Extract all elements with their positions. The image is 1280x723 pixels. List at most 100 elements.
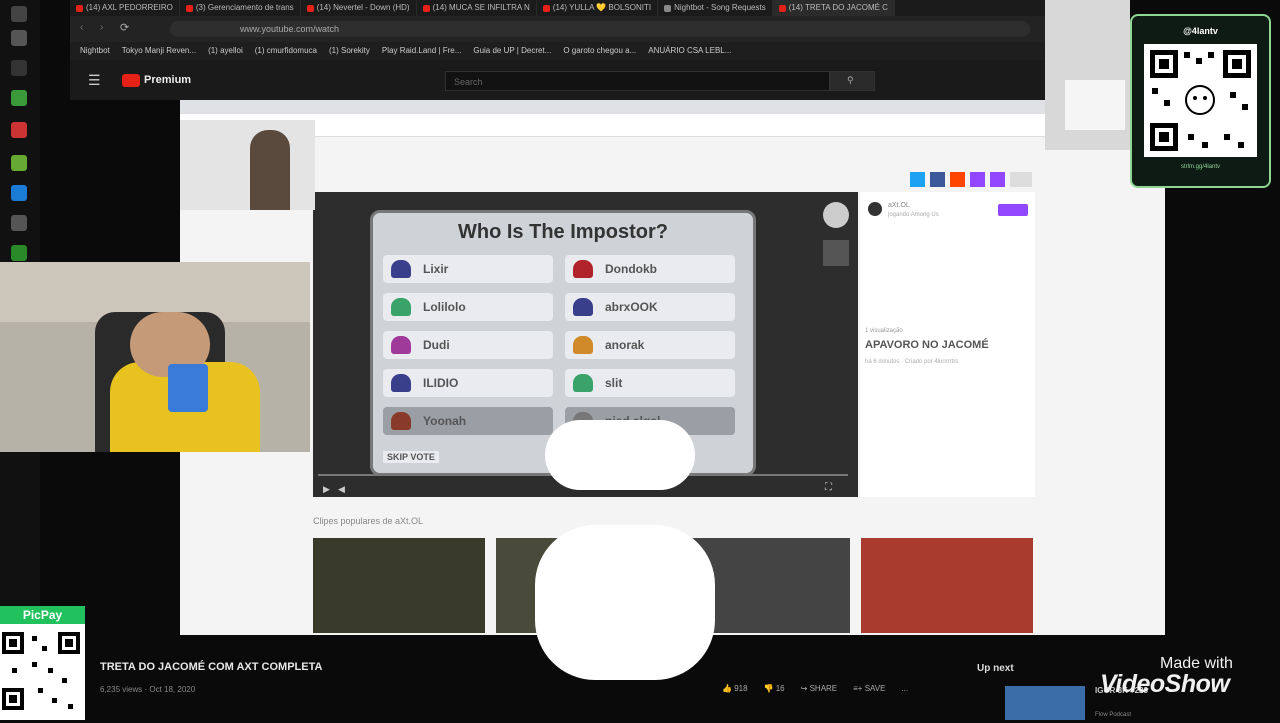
player-slot[interactable]: slit [565,369,735,397]
twitter-icon[interactable] [910,172,925,187]
follow-button[interactable] [998,204,1028,216]
save-label: SAVE [864,684,886,693]
inner-browser-tabbar [180,100,1165,114]
gear-icon[interactable] [823,202,849,228]
player-name: slit [605,376,623,390]
browser-tab[interactable]: Nightbot - Song Requests [658,0,773,16]
bookmark-item[interactable]: O garoto chegou a... [563,42,636,60]
map-icon[interactable] [823,240,849,266]
forward-icon[interactable]: › [100,22,103,33]
clip-icon[interactable] [990,172,1005,187]
redaction-blob [535,525,715,680]
up-next-label: Up next [977,663,1014,674]
back-icon[interactable]: ‹ [80,22,83,33]
save-button[interactable]: ≡+ SAVE [853,684,885,693]
bookmark-item[interactable]: ANUÁRIO CSA LEBL... [648,42,731,60]
browser-tab[interactable]: (14) MUCA SE INFILTRA N [417,0,537,16]
more-button[interactable]: ... [901,684,908,693]
inner-webcam [180,120,315,210]
bookmark-item[interactable]: (1) Sorekity [329,42,370,60]
nightbot-favicon-icon [664,4,672,12]
menu-icon[interactable]: ☰ [88,72,101,89]
watermark-line2: VideoShow [1100,670,1230,698]
share-icons [910,172,1032,187]
player-name: Dudi [423,338,450,352]
play-icon[interactable]: ▶ [323,484,330,495]
youtube-favicon-icon [542,4,550,12]
player-name: ILIDIO [423,376,459,390]
skip-vote-button[interactable]: SKIP VOTE [383,451,439,463]
windows-start-icon[interactable] [11,6,27,22]
player-slot[interactable]: anorak [565,331,735,359]
player-name: anorak [605,338,645,352]
facebook-icon[interactable] [930,172,945,187]
settings-icon[interactable] [11,215,27,231]
url-field[interactable]: www.youtube.com/watch [170,21,1030,37]
channel-name[interactable]: aXt.OL [888,202,910,209]
edge-icon[interactable] [11,185,27,201]
bookmark-item[interactable]: (1) cmurfidomuca [255,42,317,60]
player-name: abrxOOK [605,300,658,314]
share-label: SHARE [809,684,838,693]
app-red-icon[interactable] [11,122,27,138]
player-name: Lixir [423,262,449,276]
reload-icon[interactable]: ⟳ [120,21,129,34]
bookmark-item[interactable]: (1) ayelloi [208,42,243,60]
browser-tab[interactable]: (14) Nevertel - Down (HD) [301,0,417,16]
player-slot[interactable]: Lixir [383,255,553,283]
bookmark-item[interactable]: Play Raid.Land | Fre... [382,42,461,60]
tab-label: (14) AXL PEDORREIRO [86,3,173,12]
share-icon: ↪ [800,684,810,693]
player-name: Yoonah [423,414,467,428]
bookmark-item[interactable]: Nightbot [80,42,110,60]
minecraft-icon[interactable] [11,90,27,106]
youtube-favicon-icon [76,4,83,12]
crewmate-icon [391,298,411,316]
youtube-favicon-icon [422,4,430,12]
player-slot[interactable]: Dondokb [565,255,735,283]
player-slot[interactable]: abrxOOK [565,293,735,321]
furniture [1065,80,1125,130]
task-view-icon[interactable] [11,30,27,46]
browser-tab[interactable]: (3) Gerenciamento de trans [180,0,301,16]
terminal-icon[interactable] [11,60,27,76]
fullscreen-icon[interactable]: ⛶ [825,482,832,493]
clip-info-panel: aXt.OL jogando Among Us 1 visualização A… [860,192,1035,497]
like-button[interactable]: 👍 918 [722,684,748,693]
player-slot[interactable]: ILIDIO [383,369,553,397]
up-next-thumbnail[interactable] [1005,686,1085,720]
twitch-icon[interactable] [970,172,985,187]
streamer-webcam [0,262,310,452]
search-input[interactable]: Search [445,71,830,91]
spotify-icon[interactable] [11,245,27,261]
browser-tab[interactable]: (14) AXL PEDORREIRO [70,0,180,16]
volume-icon[interactable]: ◀ [338,484,345,495]
player-slot[interactable]: Lolilolo [383,293,553,321]
video-actions: 👍 918 👎 16 ↪ SHARE ≡+ SAVE ... [722,684,908,693]
search-button[interactable]: ⚲ [830,71,875,91]
browser-tab-active[interactable]: (14) TRETA DO JACOMÉ C [772,0,895,16]
youtube-favicon-icon [306,4,314,12]
popular-clips-heading: Clipes populares de aXt.OL [313,516,424,526]
channel-avatar[interactable] [868,202,882,216]
more-share-button[interactable] [1010,172,1032,187]
reddit-icon[interactable] [950,172,965,187]
app-green-icon[interactable] [11,155,27,171]
inner-address-bar [180,114,1165,137]
clip-thumbnail[interactable] [313,538,485,633]
bookmark-item[interactable]: Tokyo Manji Reven... [122,42,196,60]
bookmark-item[interactable]: Guia de UP | Decret... [473,42,551,60]
views-count: 1 visualização [865,328,903,334]
video-meta: 6,235 views · Oct 18, 2020 [100,685,196,694]
qr-handle: @4lantv [1183,26,1218,36]
clip-title: APAVORO NO JACOMÉ [865,339,989,351]
dislike-button[interactable]: 👎 16 [764,684,785,693]
share-button[interactable]: ↪ SHARE [801,684,838,693]
clip-thumbnail[interactable] [861,538,1033,633]
youtube-logo-icon[interactable] [122,74,140,87]
player-slot[interactable]: Dudi [383,331,553,359]
player-name: Dondokb [605,262,657,276]
picpay-qr: PicPay [0,606,85,720]
player-name: Lolilolo [423,300,466,314]
browser-tab[interactable]: (14) YULLA 💛 BOLSONITI [537,0,659,16]
